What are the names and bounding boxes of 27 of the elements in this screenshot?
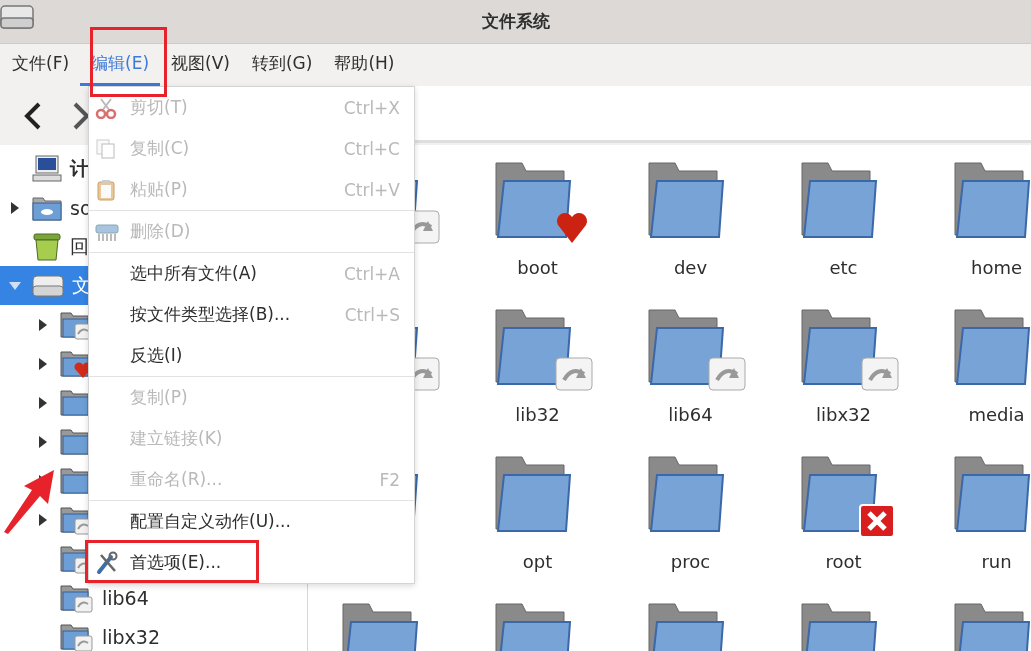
menu-item[interactable]: 文件(F): [1, 44, 81, 86]
menu-item[interactable]: 帮助(H): [323, 44, 406, 86]
file-name: home: [971, 257, 1022, 278]
menu-item[interactable]: 反选(I): [89, 335, 414, 376]
menu-item[interactable]: 视图(V): [160, 44, 241, 86]
file-name: lib64: [668, 404, 713, 425]
file-name: etc: [829, 257, 858, 278]
tree-label: lib64: [102, 586, 149, 609]
window-title: 文件系统: [481, 10, 550, 33]
file-name: opt: [522, 551, 553, 572]
tree-label: 计: [70, 155, 89, 181]
menu-item[interactable]: 配置自定义动作(U)...: [89, 501, 414, 542]
file-name: boot: [517, 257, 558, 278]
menu-item[interactable]: 按文件类型选择(B)... Ctrl+S: [89, 294, 414, 335]
file-name: lib32: [515, 404, 560, 425]
tree-label: 文: [72, 272, 91, 298]
file-name: proc: [670, 551, 711, 572]
file-name: root: [825, 551, 862, 572]
file-name: libx32: [816, 404, 871, 425]
file-name: media: [968, 404, 1025, 425]
file-name: dev: [673, 257, 708, 278]
menu-item[interactable]: 选中所有文件(A) Ctrl+A: [89, 253, 414, 294]
file-name: run: [981, 551, 1012, 572]
menu-item[interactable]: 转到(G): [240, 44, 324, 86]
tree-label: libx32: [102, 625, 161, 648]
menu-item[interactable]: 首选项(E)...: [89, 542, 414, 583]
tree-label: 回: [70, 233, 89, 259]
